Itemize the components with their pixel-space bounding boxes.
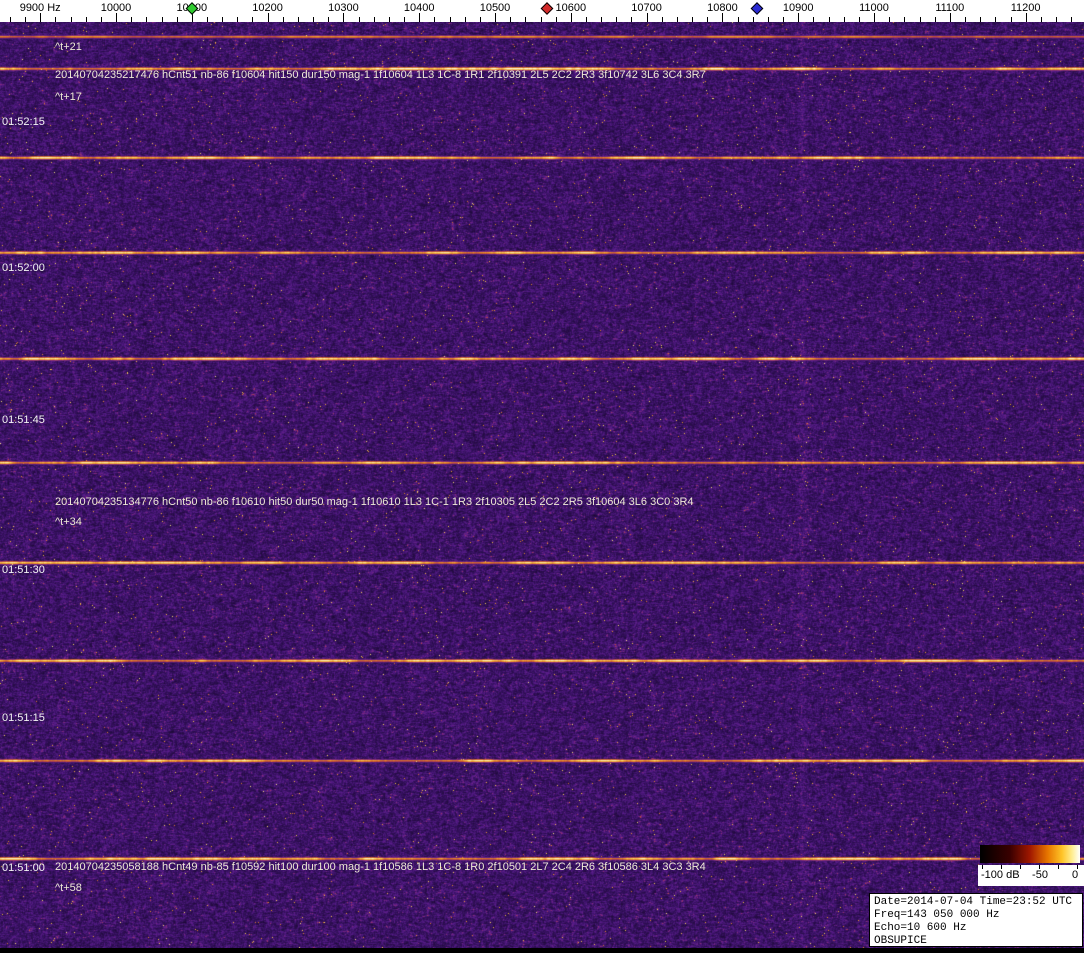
ruler-major-tick [268, 13, 269, 22]
ruler-label: 10600 [556, 2, 587, 14]
spectrogram-app: { "chart_data": { "type": "heatmap", "ti… [0, 0, 1084, 953]
frequency-ruler: 9900 Hz100001010010200103001040010500106… [0, 0, 1084, 22]
ruler-major-tick [343, 13, 344, 22]
ruler-major-tick [116, 13, 117, 22]
ruler-label: 10200 [252, 2, 283, 14]
scale-tick [1077, 865, 1078, 869]
scale-label-max: 0 [1072, 869, 1078, 881]
ruler-label: 11100 [935, 2, 964, 14]
info-echo: Echo=10 600 Hz [874, 922, 1078, 935]
ruler-major-tick [419, 13, 420, 22]
color-scale: -100 dB -50 0 [978, 845, 1084, 886]
ruler-label: 10900 [783, 2, 814, 14]
scale-label-mid: -50 [1032, 869, 1048, 881]
info-station: OBSUPICE [874, 935, 1078, 948]
ruler-label: 10400 [404, 2, 435, 14]
scale-label-min: -100 dB [981, 869, 1020, 881]
ruler-label: 11000 [859, 2, 889, 14]
ruler-major-tick [874, 13, 875, 22]
scale-tick [1001, 865, 1002, 869]
scale-tick [1039, 865, 1040, 869]
ruler-label: 10000 [101, 2, 132, 14]
ruler-label: 10300 [328, 2, 359, 14]
scale-tick [1058, 865, 1059, 869]
scale-tick [982, 865, 983, 869]
spectrogram-canvas [0, 22, 1084, 948]
color-scale-labels: -100 dB -50 0 [978, 865, 1084, 886]
ruler-label: 10700 [631, 2, 662, 14]
ruler-major-tick [1026, 13, 1027, 22]
ruler-label: 9900 Hz [20, 2, 61, 14]
info-frequency: Freq=143 050 000 Hz [874, 909, 1078, 922]
ruler-major-tick [647, 13, 648, 22]
marker-blue-diamond[interactable] [751, 2, 764, 15]
ruler-label: 10800 [707, 2, 738, 14]
marker-red-diamond[interactable] [540, 2, 553, 15]
ruler-label: 11200 [1011, 2, 1041, 14]
scale-tick [1020, 865, 1021, 869]
ruler-label: 10500 [480, 2, 511, 14]
ruler-major-tick [722, 13, 723, 22]
ruler-major-tick [798, 13, 799, 22]
ruler-major-tick [40, 13, 41, 22]
color-scale-gradient [980, 845, 1080, 863]
ruler-major-tick [950, 13, 951, 22]
info-date-time: Date=2014-07-04 Time=23:52 UTC [874, 896, 1078, 909]
ruler-major-tick [495, 13, 496, 22]
ruler-major-tick [571, 13, 572, 22]
status-info-box: Date=2014-07-04 Time=23:52 UTC Freq=143 … [869, 893, 1083, 947]
